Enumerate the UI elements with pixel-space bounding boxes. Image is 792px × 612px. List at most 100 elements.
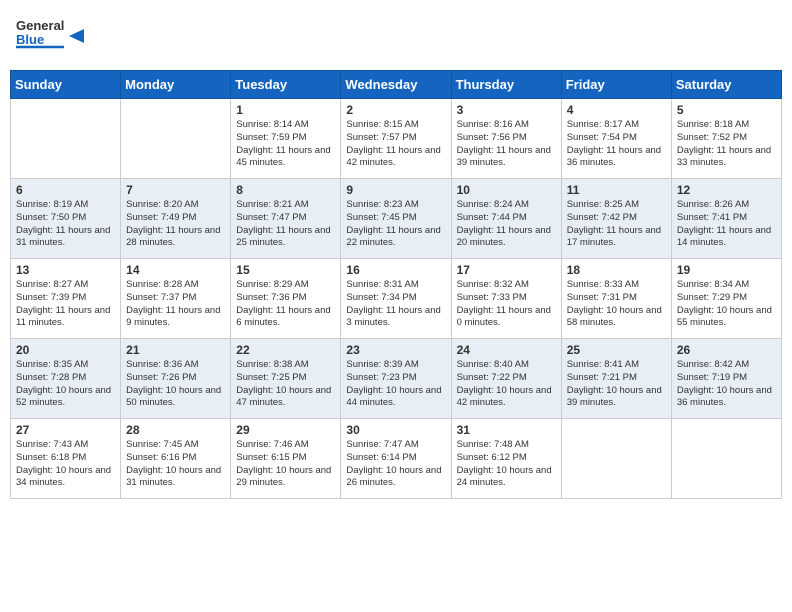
day-number: 14 bbox=[126, 263, 225, 277]
day-number: 30 bbox=[346, 423, 445, 437]
calendar-cell: 27 Sunrise: 7:43 AM Sunset: 6:18 PM Dayli… bbox=[11, 419, 121, 499]
day-info: Sunrise: 7:43 AM Sunset: 6:18 PM Dayligh… bbox=[16, 439, 115, 490]
day-info: Sunrise: 8:16 AM Sunset: 7:56 PM Dayligh… bbox=[457, 119, 556, 170]
day-info: Sunrise: 8:19 AM Sunset: 7:50 PM Dayligh… bbox=[16, 199, 115, 250]
day-number: 4 bbox=[567, 103, 666, 117]
day-number: 21 bbox=[126, 343, 225, 357]
calendar-cell: 16Sunrise: 8:31 AM Sunset: 7:34 PM Dayli… bbox=[341, 259, 451, 339]
day-info: Sunrise: 8:20 AM Sunset: 7:49 PM Dayligh… bbox=[126, 199, 225, 250]
logo: General Blue bbox=[14, 10, 94, 62]
weekday-header: Tuesday bbox=[231, 71, 341, 99]
calendar-cell: 13 Sunrise: 8:27 AM Sunset: 7:39 PM Dayli… bbox=[11, 259, 121, 339]
day-info: Sunrise: 8:42 AM Sunset: 7:19 PM Dayligh… bbox=[677, 359, 776, 410]
day-info: Sunrise: 8:27 AM Sunset: 7:39 PM Dayligh… bbox=[16, 279, 115, 330]
day-info: Sunrise: 8:28 AM Sunset: 7:37 PM Dayligh… bbox=[126, 279, 225, 330]
day-number: 15 bbox=[236, 263, 335, 277]
calendar-cell: 30 Sunrise: 7:47 AM Sunset: 6:14 PM Dayli… bbox=[341, 419, 451, 499]
day-info: Sunrise: 8:25 AM Sunset: 7:42 PM Dayligh… bbox=[567, 199, 666, 250]
calendar-week-row: 13 Sunrise: 8:27 AM Sunset: 7:39 PM Dayli… bbox=[11, 259, 782, 339]
weekday-header: Friday bbox=[561, 71, 671, 99]
calendar-cell bbox=[671, 419, 781, 499]
day-info: Sunrise: 8:14 AM Sunset: 7:59 PM Dayligh… bbox=[236, 119, 335, 170]
calendar-cell: 24Sunrise: 8:40 AM Sunset: 7:22 PM Dayli… bbox=[451, 339, 561, 419]
calendar-cell: 28Sunrise: 7:45 AM Sunset: 6:16 PM Dayli… bbox=[121, 419, 231, 499]
day-info: Sunrise: 8:23 AM Sunset: 7:45 PM Dayligh… bbox=[346, 199, 445, 250]
day-number: 13 bbox=[16, 263, 115, 277]
day-number: 3 bbox=[457, 103, 556, 117]
calendar-cell: 25 Sunrise: 8:41 AM Sunset: 7:21 PM Dayli… bbox=[561, 339, 671, 419]
day-number: 23 bbox=[346, 343, 445, 357]
weekday-header: Thursday bbox=[451, 71, 561, 99]
svg-text:Blue: Blue bbox=[16, 32, 44, 47]
page-header: General Blue bbox=[10, 10, 782, 62]
calendar-cell: 21Sunrise: 8:36 AM Sunset: 7:26 PM Dayli… bbox=[121, 339, 231, 419]
calendar-cell: 17Sunrise: 8:32 AM Sunset: 7:33 PM Dayli… bbox=[451, 259, 561, 339]
day-info: Sunrise: 8:38 AM Sunset: 7:25 PM Dayligh… bbox=[236, 359, 335, 410]
calendar-cell: 2 Sunrise: 8:15 AM Sunset: 7:57 PM Daylig… bbox=[341, 99, 451, 179]
calendar-cell: 31Sunrise: 7:48 AM Sunset: 6:12 PM Dayli… bbox=[451, 419, 561, 499]
calendar-cell: 1Sunrise: 8:14 AM Sunset: 7:59 PM Daylig… bbox=[231, 99, 341, 179]
day-info: Sunrise: 8:24 AM Sunset: 7:44 PM Dayligh… bbox=[457, 199, 556, 250]
day-number: 27 bbox=[16, 423, 115, 437]
calendar-cell: 26 Sunrise: 8:42 AM Sunset: 7:19 PM Dayli… bbox=[671, 339, 781, 419]
day-number: 17 bbox=[457, 263, 556, 277]
calendar-cell: 10 Sunrise: 8:24 AM Sunset: 7:44 PM Dayli… bbox=[451, 179, 561, 259]
calendar-cell: 15Sunrise: 8:29 AM Sunset: 7:36 PM Dayli… bbox=[231, 259, 341, 339]
calendar-cell: 9 Sunrise: 8:23 AM Sunset: 7:45 PM Daylig… bbox=[341, 179, 451, 259]
day-number: 9 bbox=[346, 183, 445, 197]
calendar-cell: 18 Sunrise: 8:33 AM Sunset: 7:31 PM Dayli… bbox=[561, 259, 671, 339]
weekday-header: Sunday bbox=[11, 71, 121, 99]
day-info: Sunrise: 8:34 AM Sunset: 7:29 PM Dayligh… bbox=[677, 279, 776, 330]
day-info: Sunrise: 8:18 AM Sunset: 7:52 PM Dayligh… bbox=[677, 119, 776, 170]
weekday-header: Monday bbox=[121, 71, 231, 99]
day-number: 31 bbox=[457, 423, 556, 437]
day-number: 29 bbox=[236, 423, 335, 437]
day-number: 5 bbox=[677, 103, 776, 117]
calendar-cell: 20Sunrise: 8:35 AM Sunset: 7:28 PM Dayli… bbox=[11, 339, 121, 419]
day-number: 25 bbox=[567, 343, 666, 357]
calendar-cell: 14 Sunrise: 8:28 AM Sunset: 7:37 PM Dayli… bbox=[121, 259, 231, 339]
day-info: Sunrise: 8:31 AM Sunset: 7:34 PM Dayligh… bbox=[346, 279, 445, 330]
day-number: 19 bbox=[677, 263, 776, 277]
calendar-week-row: 6 Sunrise: 8:19 AM Sunset: 7:50 PM Daylig… bbox=[11, 179, 782, 259]
day-info: Sunrise: 8:26 AM Sunset: 7:41 PM Dayligh… bbox=[677, 199, 776, 250]
calendar-cell: 7 Sunrise: 8:20 AM Sunset: 7:49 PM Daylig… bbox=[121, 179, 231, 259]
calendar-week-row: 27 Sunrise: 7:43 AM Sunset: 6:18 PM Dayli… bbox=[11, 419, 782, 499]
day-number: 12 bbox=[677, 183, 776, 197]
calendar-cell bbox=[561, 419, 671, 499]
day-info: Sunrise: 8:17 AM Sunset: 7:54 PM Dayligh… bbox=[567, 119, 666, 170]
day-number: 6 bbox=[16, 183, 115, 197]
calendar-cell: 4 Sunrise: 8:17 AM Sunset: 7:54 PM Daylig… bbox=[561, 99, 671, 179]
calendar-table: SundayMondayTuesdayWednesdayThursdayFrid… bbox=[10, 70, 782, 499]
calendar-cell: 6 Sunrise: 8:19 AM Sunset: 7:50 PM Daylig… bbox=[11, 179, 121, 259]
day-info: Sunrise: 8:15 AM Sunset: 7:57 PM Dayligh… bbox=[346, 119, 445, 170]
day-number: 24 bbox=[457, 343, 556, 357]
calendar-cell: 19 Sunrise: 8:34 AM Sunset: 7:29 PM Dayli… bbox=[671, 259, 781, 339]
calendar-cell bbox=[11, 99, 121, 179]
day-info: Sunrise: 7:47 AM Sunset: 6:14 PM Dayligh… bbox=[346, 439, 445, 490]
calendar-cell: 11 Sunrise: 8:25 AM Sunset: 7:42 PM Dayli… bbox=[561, 179, 671, 259]
day-number: 26 bbox=[677, 343, 776, 357]
day-number: 20 bbox=[16, 343, 115, 357]
calendar-week-row: 20Sunrise: 8:35 AM Sunset: 7:28 PM Dayli… bbox=[11, 339, 782, 419]
calendar-cell bbox=[121, 99, 231, 179]
calendar-header-row: SundayMondayTuesdayWednesdayThursdayFrid… bbox=[11, 71, 782, 99]
day-info: Sunrise: 8:33 AM Sunset: 7:31 PM Dayligh… bbox=[567, 279, 666, 330]
day-info: Sunrise: 8:39 AM Sunset: 7:23 PM Dayligh… bbox=[346, 359, 445, 410]
logo-icon: General Blue bbox=[14, 12, 94, 57]
calendar-cell: 29Sunrise: 7:46 AM Sunset: 6:15 PM Dayli… bbox=[231, 419, 341, 499]
calendar-cell: 12 Sunrise: 8:26 AM Sunset: 7:41 PM Dayli… bbox=[671, 179, 781, 259]
day-number: 8 bbox=[236, 183, 335, 197]
day-number: 2 bbox=[346, 103, 445, 117]
day-number: 22 bbox=[236, 343, 335, 357]
calendar-cell: 5 Sunrise: 8:18 AM Sunset: 7:52 PM Daylig… bbox=[671, 99, 781, 179]
day-info: Sunrise: 8:41 AM Sunset: 7:21 PM Dayligh… bbox=[567, 359, 666, 410]
calendar-cell: 22 Sunrise: 8:38 AM Sunset: 7:25 PM Dayli… bbox=[231, 339, 341, 419]
day-number: 10 bbox=[457, 183, 556, 197]
calendar-week-row: 1Sunrise: 8:14 AM Sunset: 7:59 PM Daylig… bbox=[11, 99, 782, 179]
day-number: 11 bbox=[567, 183, 666, 197]
calendar-cell: 8Sunrise: 8:21 AM Sunset: 7:47 PM Daylig… bbox=[231, 179, 341, 259]
day-number: 28 bbox=[126, 423, 225, 437]
day-number: 18 bbox=[567, 263, 666, 277]
day-number: 7 bbox=[126, 183, 225, 197]
